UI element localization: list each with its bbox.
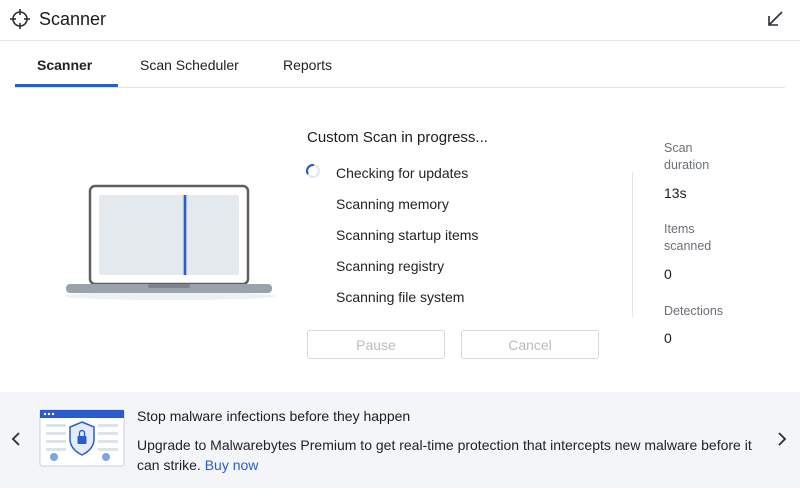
chevron-left-icon[interactable] xyxy=(8,430,24,448)
pause-button[interactable]: Pause xyxy=(307,330,445,359)
app-header: Scanner xyxy=(0,0,800,41)
promo-title: Stop malware infections before they happ… xyxy=(137,408,411,424)
stats-divider xyxy=(632,172,633,317)
scan-duration-value: 13s xyxy=(664,185,687,201)
scan-step-memory: Scanning memory xyxy=(336,196,449,212)
scan-status-title: Custom Scan in progress... xyxy=(307,129,488,146)
app-title: Scanner xyxy=(39,9,107,29)
scan-step-file-system: Scanning file system xyxy=(336,289,465,305)
chevron-right-icon[interactable] xyxy=(774,430,790,448)
detections-value: 0 xyxy=(664,330,672,346)
loading-spinner-icon xyxy=(305,163,320,178)
detections-label: Detections xyxy=(664,304,724,318)
cancel-button[interactable]: Cancel xyxy=(461,330,599,359)
tabs-divider xyxy=(15,87,785,88)
tab-reports[interactable]: Reports xyxy=(283,57,332,73)
crosshair-icon xyxy=(10,9,30,29)
buy-now-link[interactable]: Buy now xyxy=(205,457,259,473)
scan-step-updates: Checking for updates xyxy=(336,165,469,181)
laptop-scan-illustration xyxy=(64,184,276,300)
scan-duration-label-line1: Scan xyxy=(664,141,693,155)
arrow-down-left-icon[interactable] xyxy=(764,8,786,30)
tab-scanner[interactable]: Scanner xyxy=(37,57,92,73)
scan-step-registry: Scanning registry xyxy=(336,258,445,274)
scan-duration-label-line2: duration xyxy=(664,158,710,172)
items-scanned-label-line1: Items xyxy=(664,222,695,236)
tab-bar: Scanner Scan Scheduler Reports xyxy=(0,41,800,87)
protection-shield-illustration xyxy=(39,409,125,467)
items-scanned-label-line2: scanned xyxy=(664,239,712,253)
items-scanned-value: 0 xyxy=(664,266,672,282)
promo-body: Upgrade to Malwarebytes Premium to get r… xyxy=(137,435,757,475)
scan-step-startup: Scanning startup items xyxy=(336,227,479,243)
tab-scan-scheduler[interactable]: Scan Scheduler xyxy=(140,57,239,73)
